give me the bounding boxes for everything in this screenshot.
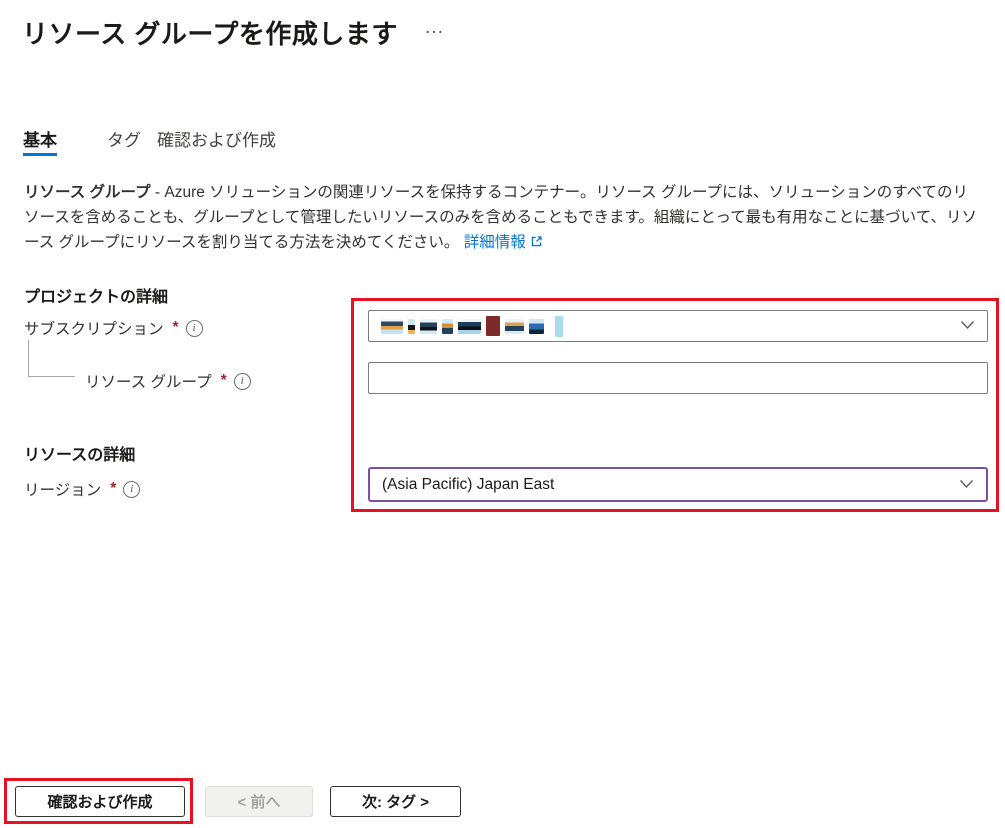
region-value: (Asia Pacific) Japan East bbox=[382, 476, 554, 494]
resource-group-input-wrap bbox=[368, 362, 988, 394]
region-required-asterisk: * bbox=[110, 480, 116, 498]
section-title-project-details: プロジェクトの詳細 bbox=[24, 283, 168, 307]
chevron-down-icon bbox=[960, 317, 975, 335]
resource-group-label-row: リソース グループ * i bbox=[85, 370, 251, 392]
tab-review-and-create[interactable]: 確認および作成 bbox=[157, 126, 276, 156]
tab-tags-label: タグ bbox=[107, 131, 141, 150]
redacted-subscription-value bbox=[381, 317, 563, 335]
tab-basics-label: 基本 bbox=[23, 131, 57, 150]
page-description: リソース グループ - Azure ソリューションの関連リソースを保持するコンテ… bbox=[24, 180, 982, 256]
subscription-label: サブスクリプション bbox=[24, 317, 164, 339]
subscription-info-icon[interactable]: i bbox=[186, 320, 203, 337]
tab-tags[interactable]: タグ bbox=[107, 126, 141, 156]
resource-group-info-icon[interactable]: i bbox=[234, 373, 251, 390]
learn-more-link[interactable]: 詳細情報 bbox=[464, 234, 526, 251]
external-link-icon bbox=[530, 231, 543, 256]
previous-button: < 前へ bbox=[205, 786, 313, 817]
region-info-icon[interactable]: i bbox=[123, 481, 140, 498]
region-label: リージョン bbox=[24, 478, 101, 500]
description-lead: リソース グループ bbox=[24, 184, 151, 201]
section-title-resource-details: リソースの詳細 bbox=[24, 441, 135, 465]
tab-basics[interactable]: 基本 bbox=[23, 126, 57, 156]
next-tags-button[interactable]: 次: タグ > bbox=[330, 786, 461, 817]
region-dropdown[interactable]: (Asia Pacific) Japan East bbox=[368, 467, 988, 502]
region-label-row: リージョン * i bbox=[24, 478, 140, 500]
create-resource-group-page: リソース グループを作成します … 基本 タグ 確認および作成 リソース グルー… bbox=[0, 0, 1005, 828]
subscription-label-row: サブスクリプション * i bbox=[24, 317, 203, 339]
resource-group-required-asterisk: * bbox=[221, 372, 227, 390]
more-options-icon[interactable]: … bbox=[424, 16, 446, 39]
resource-group-label: リソース グループ bbox=[85, 370, 212, 392]
chevron-down-icon bbox=[959, 476, 974, 494]
subscription-dropdown[interactable] bbox=[368, 310, 988, 342]
resource-group-input[interactable] bbox=[381, 363, 975, 393]
tree-connector-line bbox=[28, 340, 75, 377]
review-and-create-button[interactable]: 確認および作成 bbox=[15, 786, 185, 817]
subscription-required-asterisk: * bbox=[173, 319, 179, 337]
page-title: リソース グループを作成します bbox=[22, 14, 398, 51]
tab-review-and-create-label: 確認および作成 bbox=[157, 131, 276, 150]
